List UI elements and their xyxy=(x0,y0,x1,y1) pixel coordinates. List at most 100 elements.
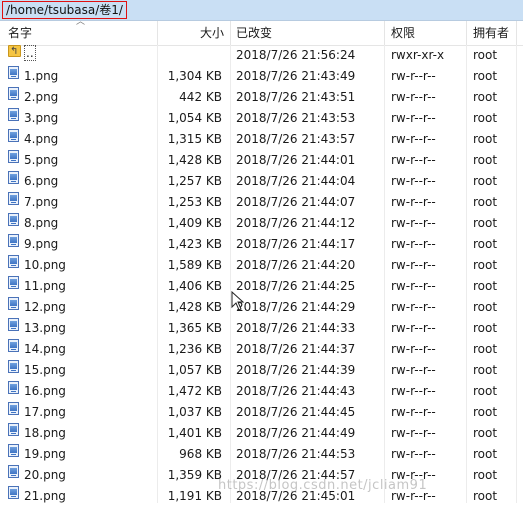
column-divider[interactable] xyxy=(157,21,158,45)
permissions-cell: rw-r--r-- xyxy=(391,321,436,335)
owner-cell: root xyxy=(473,237,498,251)
column-owner-header[interactable]: 拥有者 xyxy=(473,21,509,45)
owner-cell: root xyxy=(473,468,498,482)
column-divider[interactable] xyxy=(516,21,517,45)
column-modified-header[interactable]: 已改变 xyxy=(236,21,272,45)
current-path[interactable]: /home/tsubasa/卷1/ xyxy=(2,1,127,19)
owner-cell: root xyxy=(473,489,498,503)
file-name: 10.png xyxy=(24,258,66,272)
file-row[interactable]: 2.png 442 KB 2018/7/26 21:43:51 rw-r--r-- ro… xyxy=(0,87,523,108)
column-divider[interactable] xyxy=(230,21,231,45)
file-name: 4.png xyxy=(24,132,59,146)
permissions-cell: rw-r--r-- xyxy=(391,69,436,83)
permissions-cell: rw-r--r-- xyxy=(391,111,436,125)
column-divider[interactable] xyxy=(466,21,467,45)
file-name: 1.png xyxy=(24,69,59,83)
image-file-icon xyxy=(8,213,19,226)
file-name: 13.png xyxy=(24,321,66,335)
file-row[interactable]: 16.png 1,472 KB 2018/7/26 21:44:43 rw-r--r-… xyxy=(0,381,523,402)
permissions-cell: rw-r--r-- xyxy=(391,216,436,230)
file-size: 1,365 KB xyxy=(167,321,222,335)
file-name: 21.png xyxy=(24,489,66,503)
file-list: .. 2018/7/26 21:56:24 rwxr-xr-x root 1.p… xyxy=(0,41,523,507)
file-name: 20.png xyxy=(24,468,66,482)
file-row[interactable]: 14.png 1,236 KB 2018/7/26 21:44:37 rw-r--r-… xyxy=(0,339,523,360)
modified-cell: 2018/7/26 21:44:43 xyxy=(236,384,356,398)
permissions-cell: rw-r--r-- xyxy=(391,195,436,209)
permissions-cell: rw-r--r-- xyxy=(391,90,436,104)
owner-cell: root xyxy=(473,426,498,440)
modified-cell: 2018/7/26 21:44:04 xyxy=(236,174,356,188)
column-header: 名字 ︿ 大小 已改变 权限 拥有者 xyxy=(0,17,523,46)
file-size: 1,472 KB xyxy=(167,384,222,398)
image-file-icon xyxy=(8,297,19,310)
file-name: 15.png xyxy=(24,363,66,377)
file-size: 1,428 KB xyxy=(167,300,222,314)
modified-cell: 2018/7/26 21:44:17 xyxy=(236,237,356,251)
permissions-cell: rw-r--r-- xyxy=(391,300,436,314)
permissions-cell: rw-r--r-- xyxy=(391,258,436,272)
parent-directory-name[interactable]: .. xyxy=(24,45,36,61)
file-row[interactable]: 7.png 1,253 KB 2018/7/26 21:44:07 rw-r--r--… xyxy=(0,192,523,213)
file-size: 1,423 KB xyxy=(167,237,222,251)
column-size-header[interactable]: 大小 xyxy=(160,21,224,45)
file-size: 1,428 KB xyxy=(167,153,222,167)
image-file-icon xyxy=(8,486,19,499)
modified-cell: 2018/7/26 21:44:01 xyxy=(236,153,356,167)
image-file-icon xyxy=(8,87,19,100)
file-name: 2.png xyxy=(24,90,59,104)
file-size: 1,406 KB xyxy=(167,279,222,293)
file-row[interactable]: 6.png 1,257 KB 2018/7/26 21:44:04 rw-r--r--… xyxy=(0,171,523,192)
image-file-icon xyxy=(8,66,19,79)
file-row[interactable]: 4.png 1,315 KB 2018/7/26 21:43:57 rw-r--r--… xyxy=(0,129,523,150)
file-row[interactable]: 18.png 1,401 KB 2018/7/26 21:44:49 rw-r--r-… xyxy=(0,423,523,444)
file-name: 9.png xyxy=(24,237,59,251)
modified-cell: 2018/7/26 21:44:37 xyxy=(236,342,356,356)
file-size: 1,253 KB xyxy=(167,195,222,209)
file-row[interactable]: 13.png 1,365 KB 2018/7/26 21:44:33 rw-r--r-… xyxy=(0,318,523,339)
owner-cell: root xyxy=(473,279,498,293)
file-row[interactable]: 15.png 1,057 KB 2018/7/26 21:44:39 rw-r--r-… xyxy=(0,360,523,381)
file-row[interactable]: 9.png 1,423 KB 2018/7/26 21:44:17 rw-r--r--… xyxy=(0,234,523,255)
mouse-pointer-icon xyxy=(231,291,245,311)
file-row[interactable]: 12.png 1,428 KB 2018/7/26 21:44:29 rw-r--r-… xyxy=(0,297,523,318)
image-file-icon xyxy=(8,171,19,184)
owner-cell: root xyxy=(473,174,498,188)
file-size: 1,191 KB xyxy=(167,489,222,503)
image-file-icon xyxy=(8,465,19,478)
file-row[interactable]: 19.png 968 KB 2018/7/26 21:44:53 rw-r--r-- r… xyxy=(0,444,523,465)
image-file-icon xyxy=(8,360,19,373)
file-name: 14.png xyxy=(24,342,66,356)
column-permissions-header[interactable]: 权限 xyxy=(391,21,415,45)
file-name: 17.png xyxy=(24,405,66,419)
file-name: 18.png xyxy=(24,426,66,440)
image-file-icon xyxy=(8,444,19,457)
file-row[interactable]: 8.png 1,409 KB 2018/7/26 21:44:12 rw-r--r--… xyxy=(0,213,523,234)
image-file-icon xyxy=(8,150,19,163)
permissions-cell: rw-r--r-- xyxy=(391,174,436,188)
parent-directory-row[interactable]: .. 2018/7/26 21:56:24 rwxr-xr-x root xyxy=(0,41,523,66)
owner-cell: root xyxy=(473,321,498,335)
modified-cell: 2018/7/26 21:44:12 xyxy=(236,216,356,230)
owner-cell: root xyxy=(473,111,498,125)
modified-cell: 2018/7/26 21:43:51 xyxy=(236,90,356,104)
file-size: 1,037 KB xyxy=(167,405,222,419)
modified-cell: 2018/7/26 21:56:24 xyxy=(236,48,356,62)
file-name: 16.png xyxy=(24,384,66,398)
file-row[interactable]: 5.png 1,428 KB 2018/7/26 21:44:01 rw-r--r--… xyxy=(0,150,523,171)
file-row[interactable]: 10.png 1,589 KB 2018/7/26 21:44:20 rw-r--r-… xyxy=(0,255,523,276)
modified-cell: 2018/7/26 21:43:53 xyxy=(236,111,356,125)
owner-cell: root xyxy=(473,447,498,461)
owner-cell: root xyxy=(473,363,498,377)
file-row[interactable]: 17.png 1,037 KB 2018/7/26 21:44:45 rw-r--r-… xyxy=(0,402,523,423)
permissions-cell: rw-r--r-- xyxy=(391,153,436,167)
image-file-icon xyxy=(8,276,19,289)
permissions-cell: rw-r--r-- xyxy=(391,426,436,440)
column-divider[interactable] xyxy=(384,21,385,45)
modified-cell: 2018/7/26 21:44:49 xyxy=(236,426,356,440)
file-row[interactable]: 3.png 1,054 KB 2018/7/26 21:43:53 rw-r--r--… xyxy=(0,108,523,129)
file-name: 7.png xyxy=(24,195,59,209)
file-name: 19.png xyxy=(24,447,66,461)
file-row[interactable]: 11.png 1,406 KB 2018/7/26 21:44:25 rw-r--r-… xyxy=(0,276,523,297)
file-row[interactable]: 1.png 1,304 KB 2018/7/26 21:43:49 rw-r--r--… xyxy=(0,66,523,87)
